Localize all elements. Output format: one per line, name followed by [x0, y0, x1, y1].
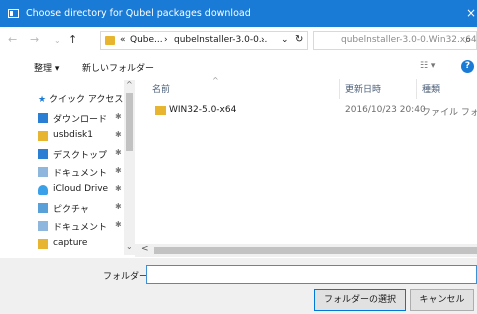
breadcrumb-separator[interactable]: › — [164, 35, 168, 45]
new-folder-button[interactable]: 新しいフォルダー — [82, 61, 154, 74]
nav-item-label: ダウンロード — [53, 115, 108, 125]
title-bar: Choose directory for Qubel packages down… — [0, 0, 477, 27]
scrollbar-thumb[interactable] — [154, 247, 477, 254]
refresh-icon[interactable]: ↻ — [295, 34, 303, 45]
nav-item-label: iCloud Drive — [53, 184, 109, 194]
pin-icon[interactable]: ✱ — [115, 112, 122, 121]
folder-name-input[interactable] — [146, 265, 477, 284]
breadcrumb-overflow[interactable]: « — [120, 35, 126, 45]
pin-icon[interactable]: ✱ — [115, 220, 122, 229]
scrollbar-thumb[interactable] — [126, 93, 133, 151]
dialog-footer: フォルダー: フォルダーの選択 キャンセル — [0, 258, 477, 314]
select-folder-button[interactable]: フォルダーの選択 — [314, 289, 406, 311]
recent-locations-button[interactable]: ⌄ — [54, 36, 61, 45]
list-horizontal-scrollbar[interactable]: < — [135, 244, 477, 257]
command-bar: 整理 ▾ 新しいフォルダー ☷ ▾ ? — [0, 55, 477, 79]
star-icon: ★ — [38, 95, 47, 105]
breadcrumb-item[interactable]: Qube... — [130, 35, 163, 45]
address-row: ← → ⌄ ↑ « Qube... › qubelnstaller-3.0-0.… — [0, 27, 477, 55]
up-button[interactable]: ↑ — [68, 33, 77, 46]
help-icon[interactable]: ? — [461, 60, 474, 73]
navigation-pane: ★ クイック アクセス ダウンロード ✱ usbdisk1 ✱ デスクトップ ✱… — [0, 79, 133, 258]
file-modified: 2016/10/23 20:40 — [345, 105, 426, 115]
pictures-icon — [38, 203, 48, 213]
pin-icon[interactable]: ✱ — [115, 166, 122, 175]
window-icon — [8, 9, 19, 18]
nav-scrollbar[interactable]: ^ ⌄ — [124, 80, 135, 255]
forward-button[interactable]: → — [30, 33, 39, 46]
breadcrumb-item[interactable]: qubelnstaller-3.0-0... — [174, 35, 267, 45]
desktop-icon — [38, 149, 48, 159]
nav-item-label: デスクトップ — [53, 151, 108, 161]
folder-icon — [38, 239, 48, 249]
address-bar[interactable]: « Qube... › qubelnstaller-3.0-0... › ⌄ ↻ — [100, 31, 308, 50]
quick-access-label: クイック アクセス — [48, 95, 124, 105]
cloud-icon — [38, 185, 48, 195]
window-title: Choose directory for Qubel packages down… — [26, 8, 251, 19]
download-folder-icon — [38, 113, 48, 123]
table-row[interactable]: WIN32-5.0-x64 2016/10/23 20:40 ファイル フォル — [135, 103, 477, 119]
column-divider[interactable] — [416, 79, 417, 99]
scroll-down-icon[interactable]: ⌄ — [126, 242, 133, 251]
nav-item-label: ドキュメント — [53, 223, 108, 233]
pin-icon[interactable]: ✱ — [115, 184, 122, 193]
file-name: WIN32-5.0-x64 — [169, 105, 237, 115]
search-icon[interactable]: ⌕ — [465, 33, 471, 47]
nav-item-label: ピクチャ — [53, 205, 89, 215]
chevron-down-icon[interactable]: ⌄ — [281, 35, 289, 45]
scroll-up-icon[interactable]: ^ — [126, 80, 133, 89]
folder-icon — [155, 106, 166, 115]
breadcrumb-separator[interactable]: › — [261, 35, 265, 45]
back-button[interactable]: ← — [8, 33, 17, 46]
documents-icon — [38, 167, 48, 177]
sort-indicator-icon: ^ — [212, 76, 219, 85]
file-type: ファイル フォル — [422, 108, 477, 118]
column-divider[interactable] — [339, 79, 340, 99]
close-icon[interactable]: × — [466, 6, 476, 20]
organize-button[interactable]: 整理 ▾ — [34, 61, 59, 74]
quick-access[interactable]: ★ クイック アクセス — [38, 92, 123, 105]
nav-item-label: capture — [53, 238, 88, 248]
column-header-name[interactable]: 名前 — [152, 82, 170, 95]
pin-icon[interactable]: ✱ — [115, 202, 122, 211]
cancel-button[interactable]: キャンセル — [410, 289, 474, 311]
nav-item-label: usbdisk1 — [53, 130, 93, 140]
search-box[interactable]: qubelnstaller-3.0-0.Win32.x64... ⌕ — [313, 31, 477, 50]
folder-icon — [38, 131, 48, 141]
documents-icon — [38, 221, 48, 231]
column-header-type[interactable]: 種類 — [422, 82, 440, 95]
column-header-modified[interactable]: 更新日時 — [345, 82, 381, 95]
pin-icon[interactable]: ✱ — [115, 130, 122, 139]
pin-icon[interactable]: ✱ — [115, 148, 122, 157]
view-options-icon[interactable]: ☷ ▾ — [420, 61, 435, 71]
scroll-left-icon[interactable]: < — [141, 244, 149, 254]
search-input[interactable]: qubelnstaller-3.0-0.Win32.x64... — [341, 35, 477, 45]
folder-icon — [105, 36, 115, 45]
nav-item-label: ドキュメント — [53, 169, 108, 179]
file-list: ^ 名前 更新日時 種類 WIN32-5.0-x64 2016/10/23 20… — [135, 76, 477, 244]
folder-label: フォルダー: — [103, 272, 152, 282]
